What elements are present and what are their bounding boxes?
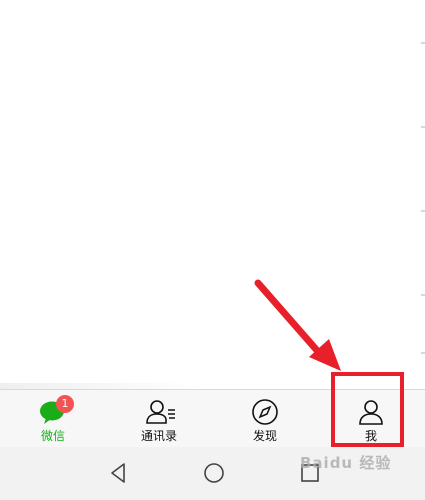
annotation-highlight-box xyxy=(331,372,404,447)
watermark: Baidu 经验 xyxy=(300,454,392,472)
